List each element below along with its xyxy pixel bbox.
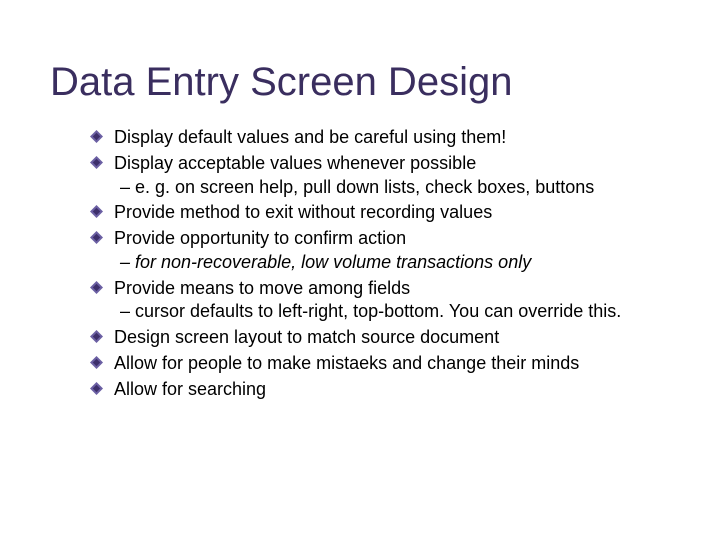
slide-title: Data Entry Screen Design [50,60,670,104]
diamond-icon [90,330,103,343]
bullet-item: Allow for searching [90,378,670,402]
bullet-item: Design screen layout to match source doc… [90,326,670,350]
diamond-icon [90,281,103,294]
bullet-subtext: – for non-recoverable, low volume transa… [114,251,670,275]
bullet-text: Allow for people to make mistaeks and ch… [114,353,579,373]
bullet-text: Allow for searching [114,379,266,399]
bullet-list: Display default values and be careful us… [50,126,670,401]
bullet-text: Design screen layout to match source doc… [114,327,499,347]
bullet-subtext: – e. g. on screen help, pull down lists,… [114,176,670,200]
bullet-text: Provide means to move among fields [114,278,410,298]
diamond-icon [90,382,103,395]
bullet-item: Provide method to exit without recording… [90,201,670,225]
bullet-item: Provide means to move among fields– curs… [90,277,670,325]
diamond-icon [90,205,103,218]
bullet-text: Display acceptable values whenever possi… [114,153,476,173]
bullet-item: Provide opportunity to confirm action – f… [90,227,670,275]
bullet-text: Display default values and be careful us… [114,127,506,147]
bullet-text: Provide method to exit without recording… [114,202,492,222]
diamond-icon [90,356,103,369]
bullet-item: Allow for people to make mistaeks and ch… [90,352,670,376]
bullet-text: Provide opportunity to confirm action [114,228,406,248]
diamond-icon [90,156,103,169]
footer-bar [0,536,720,540]
diamond-icon [90,231,103,244]
slide: Data Entry Screen Design Display default… [0,0,720,540]
bullet-item: Display acceptable values whenever possi… [90,152,670,200]
bullet-subtext: – cursor defaults to left-right, top-bot… [114,300,670,324]
diamond-icon [90,130,103,143]
bullet-item: Display default values and be careful us… [90,126,670,150]
